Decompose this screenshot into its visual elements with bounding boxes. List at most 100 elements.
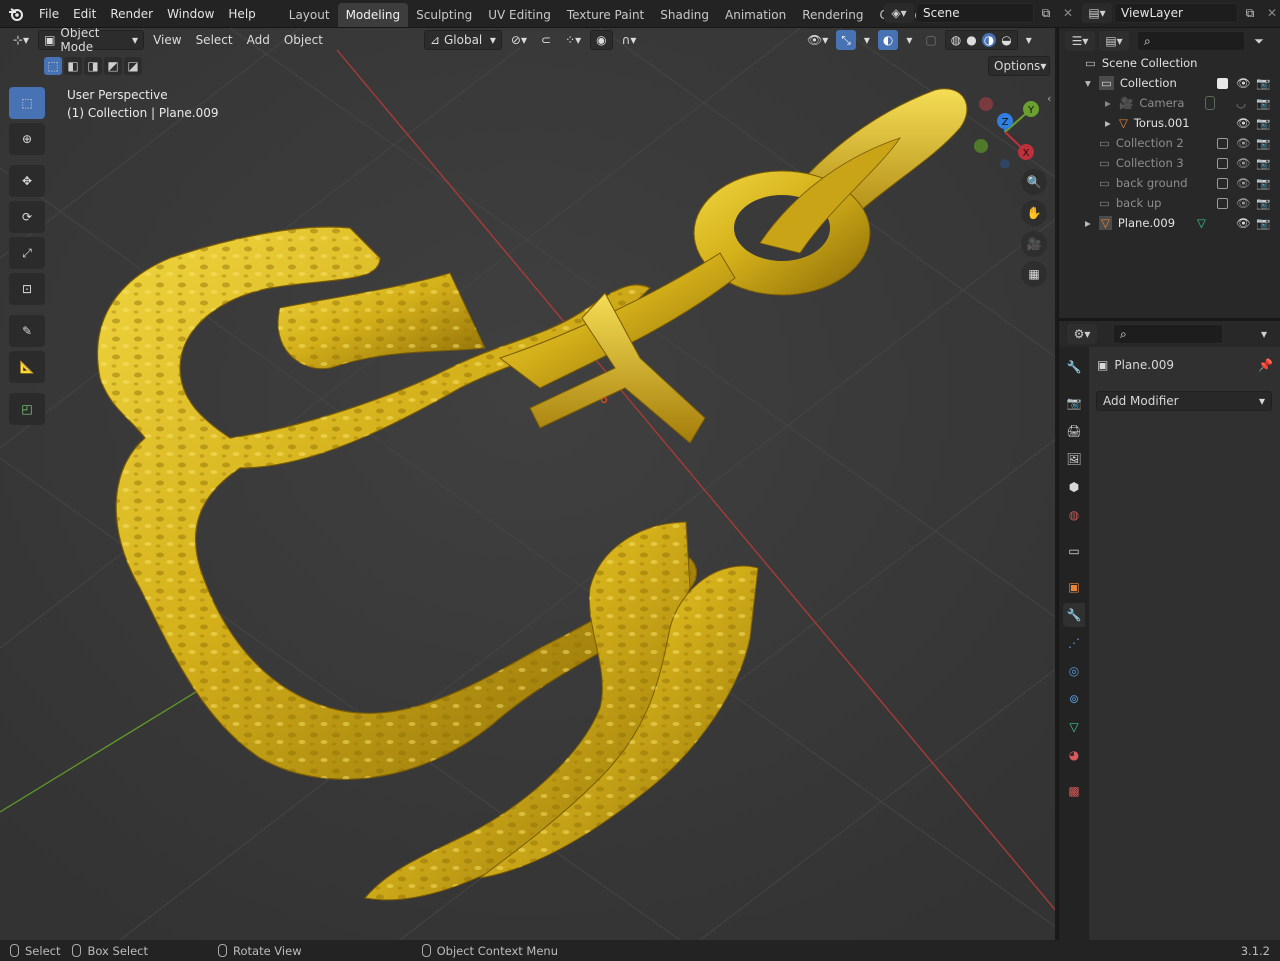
scene-selector-icon[interactable]: ◈▾	[884, 3, 914, 23]
gizmo-toggle-icon[interactable]: ⤡	[836, 30, 856, 50]
menu-help[interactable]: Help	[221, 0, 262, 28]
navigation-gizmo[interactable]: Z Y X	[965, 88, 1045, 168]
collection-checkbox[interactable]	[1217, 197, 1228, 209]
outliner-row-camera[interactable]: ▸ 🎥 Camera ◡ 📷	[1059, 93, 1280, 113]
camera-render-icon[interactable]: 📷	[1256, 176, 1270, 190]
outliner-row-collection-3[interactable]: ▭ Collection 3 👁 📷	[1059, 153, 1280, 173]
collection-checkbox[interactable]	[1217, 157, 1228, 169]
eye-icon[interactable]: 👁	[1236, 156, 1251, 170]
3d-viewport[interactable]: ⊹▾ ▣ Object Mode ▾ View Select Add Objec…	[0, 28, 1057, 940]
outliner-row-collection-2[interactable]: ▭ Collection 2 👁 📷	[1059, 133, 1280, 153]
tab-rendering[interactable]: Rendering	[794, 3, 871, 27]
scene-name-field[interactable]: Scene	[916, 3, 1034, 23]
new-scene-icon[interactable]: ⧉	[1036, 3, 1056, 23]
outliner-row-back-ground[interactable]: ▭ back ground 👁 📷	[1059, 173, 1280, 193]
delete-scene-icon[interactable]: ✕	[1058, 3, 1078, 23]
menu-view[interactable]: View	[148, 30, 186, 50]
collection-tab-icon[interactable]: ▭	[1063, 539, 1085, 563]
camera-render-icon[interactable]: 📷	[1256, 136, 1270, 150]
outliner-display-mode-icon[interactable]: ▤▾	[1099, 31, 1129, 51]
select-intersect-icon[interactable]: ◪	[124, 57, 142, 75]
select-box-tool-icon[interactable]: ⬚	[9, 87, 45, 119]
eye-icon[interactable]: 👁	[1236, 196, 1251, 210]
material-tab-icon[interactable]: ◕	[1063, 743, 1085, 767]
shading-dropdown-icon[interactable]: ▾	[1021, 30, 1037, 50]
options-dropdown[interactable]: Options ▾	[988, 56, 1050, 76]
eye-icon[interactable]: 👁	[1236, 116, 1251, 130]
tab-modeling[interactable]: Modeling	[337, 2, 409, 27]
menu-add[interactable]: Add	[242, 30, 275, 50]
delete-view-layer-icon[interactable]: ✕	[1262, 3, 1280, 23]
neg-x-axis-icon[interactable]	[979, 97, 993, 111]
overlays-dropdown-icon[interactable]: ▾	[901, 30, 917, 50]
mode-dropdown[interactable]: ▣ Object Mode ▾	[38, 28, 145, 54]
zoom-icon[interactable]: 🔍	[1021, 169, 1047, 195]
pin-icon[interactable]: 📌	[1258, 358, 1273, 372]
solid-shading-icon[interactable]: ●	[966, 33, 976, 47]
scale-tool-icon[interactable]: ⤢	[9, 237, 45, 269]
editor-type-icon[interactable]: ⊹▾	[8, 30, 34, 50]
collection-checkbox[interactable]	[1217, 177, 1228, 189]
add-modifier-dropdown[interactable]: Add Modifier ▾	[1096, 391, 1272, 411]
measure-tool-icon[interactable]: 📐	[9, 351, 45, 383]
camera-render-icon[interactable]: 📷	[1256, 156, 1270, 170]
expand-arrow-icon[interactable]: ▸	[1105, 96, 1119, 110]
menu-object[interactable]: Object	[279, 30, 328, 50]
world-tab-icon[interactable]: ◍	[1063, 503, 1085, 527]
gizmo-dropdown-icon[interactable]: ▾	[859, 30, 875, 50]
collection-checkbox[interactable]	[1217, 77, 1228, 89]
sidebar-toggle-chevron-icon[interactable]: ‹	[1047, 92, 1051, 105]
expand-arrow-icon[interactable]: ▸	[1105, 116, 1119, 130]
annotate-tool-icon[interactable]: ✎	[9, 315, 45, 347]
view-layer-field[interactable]: ViewLayer	[1114, 3, 1238, 23]
eye-icon[interactable]: 👁	[1236, 176, 1251, 190]
ortho-grid-icon[interactable]: ▦	[1021, 261, 1047, 287]
texture-tab-icon[interactable]: ▩	[1063, 779, 1085, 803]
camera-render-icon[interactable]: 📷	[1256, 76, 1270, 90]
view-layer-selector-icon[interactable]: ▤▾	[1082, 3, 1112, 23]
mesh-data-icon[interactable]: ▽	[1197, 216, 1206, 230]
xray-toggle-icon[interactable]: ▢	[920, 30, 941, 50]
rendered-shading-icon[interactable]: ◒	[1001, 33, 1011, 47]
pan-hand-icon[interactable]: ✋	[1021, 200, 1047, 226]
material-shading-icon[interactable]: ◑	[981, 33, 997, 47]
data-tab-icon[interactable]: ▽	[1063, 715, 1085, 739]
view-layer-tab-icon[interactable]: 🖼	[1063, 447, 1085, 471]
select-invert-icon[interactable]: ◩	[104, 57, 122, 75]
rotate-tool-icon[interactable]: ⟳	[9, 201, 45, 233]
outliner-editor-type-icon[interactable]: ☰▾	[1065, 31, 1095, 51]
select-extend-icon[interactable]: ◧	[64, 57, 82, 75]
tab-shading[interactable]: Shading	[652, 3, 717, 27]
properties-search-input[interactable]: ⌕	[1113, 324, 1223, 344]
object-tab-icon[interactable]: ▣	[1063, 575, 1085, 599]
proportional-edit-icon[interactable]: ◉	[590, 30, 613, 50]
expand-arrow-icon[interactable]: ▸	[1085, 216, 1099, 230]
visibility-eye-icon[interactable]: 👁▾	[802, 30, 833, 50]
menu-render[interactable]: Render	[103, 0, 160, 28]
add-cube-tool-icon[interactable]: ◰	[9, 393, 45, 425]
falloff-icon[interactable]: ∩▾	[617, 30, 642, 50]
eye-icon[interactable]: 👁	[1236, 216, 1251, 230]
outliner-row-plane-009[interactable]: ▸ ▽ Plane.009 ▽ 👁 📷	[1059, 213, 1280, 233]
blender-logo-icon[interactable]	[0, 0, 32, 28]
physics-tab-icon[interactable]: ◎	[1063, 659, 1085, 683]
output-tab-icon[interactable]: 🖨	[1063, 419, 1085, 443]
outliner-search-input[interactable]: ⌕	[1137, 31, 1245, 51]
camera-render-icon[interactable]: 📷	[1256, 96, 1270, 110]
tab-uv-editing[interactable]: UV Editing	[480, 3, 559, 27]
tab-animation[interactable]: Animation	[717, 3, 794, 27]
new-view-layer-icon[interactable]: ⧉	[1240, 3, 1260, 23]
particles-tab-icon[interactable]: ⋰	[1063, 631, 1085, 655]
filter-icon[interactable]: ⏷	[1249, 31, 1269, 51]
select-new-icon[interactable]: ⬚	[44, 57, 62, 75]
camera-render-icon[interactable]: 📷	[1256, 196, 1270, 210]
eye-icon[interactable]: 👁	[1236, 76, 1251, 90]
camera-render-icon[interactable]: 📷	[1256, 116, 1270, 130]
wireframe-shading-icon[interactable]: ◍	[951, 33, 961, 47]
menu-window[interactable]: Window	[160, 0, 221, 28]
menu-file[interactable]: File	[32, 0, 66, 28]
modifier-tab-icon[interactable]: 🔧	[1063, 603, 1085, 627]
neg-y-axis-icon[interactable]	[974, 139, 988, 153]
collection-checkbox[interactable]	[1217, 137, 1228, 149]
snap-increment-icon[interactable]: ⁘▾	[560, 30, 586, 50]
